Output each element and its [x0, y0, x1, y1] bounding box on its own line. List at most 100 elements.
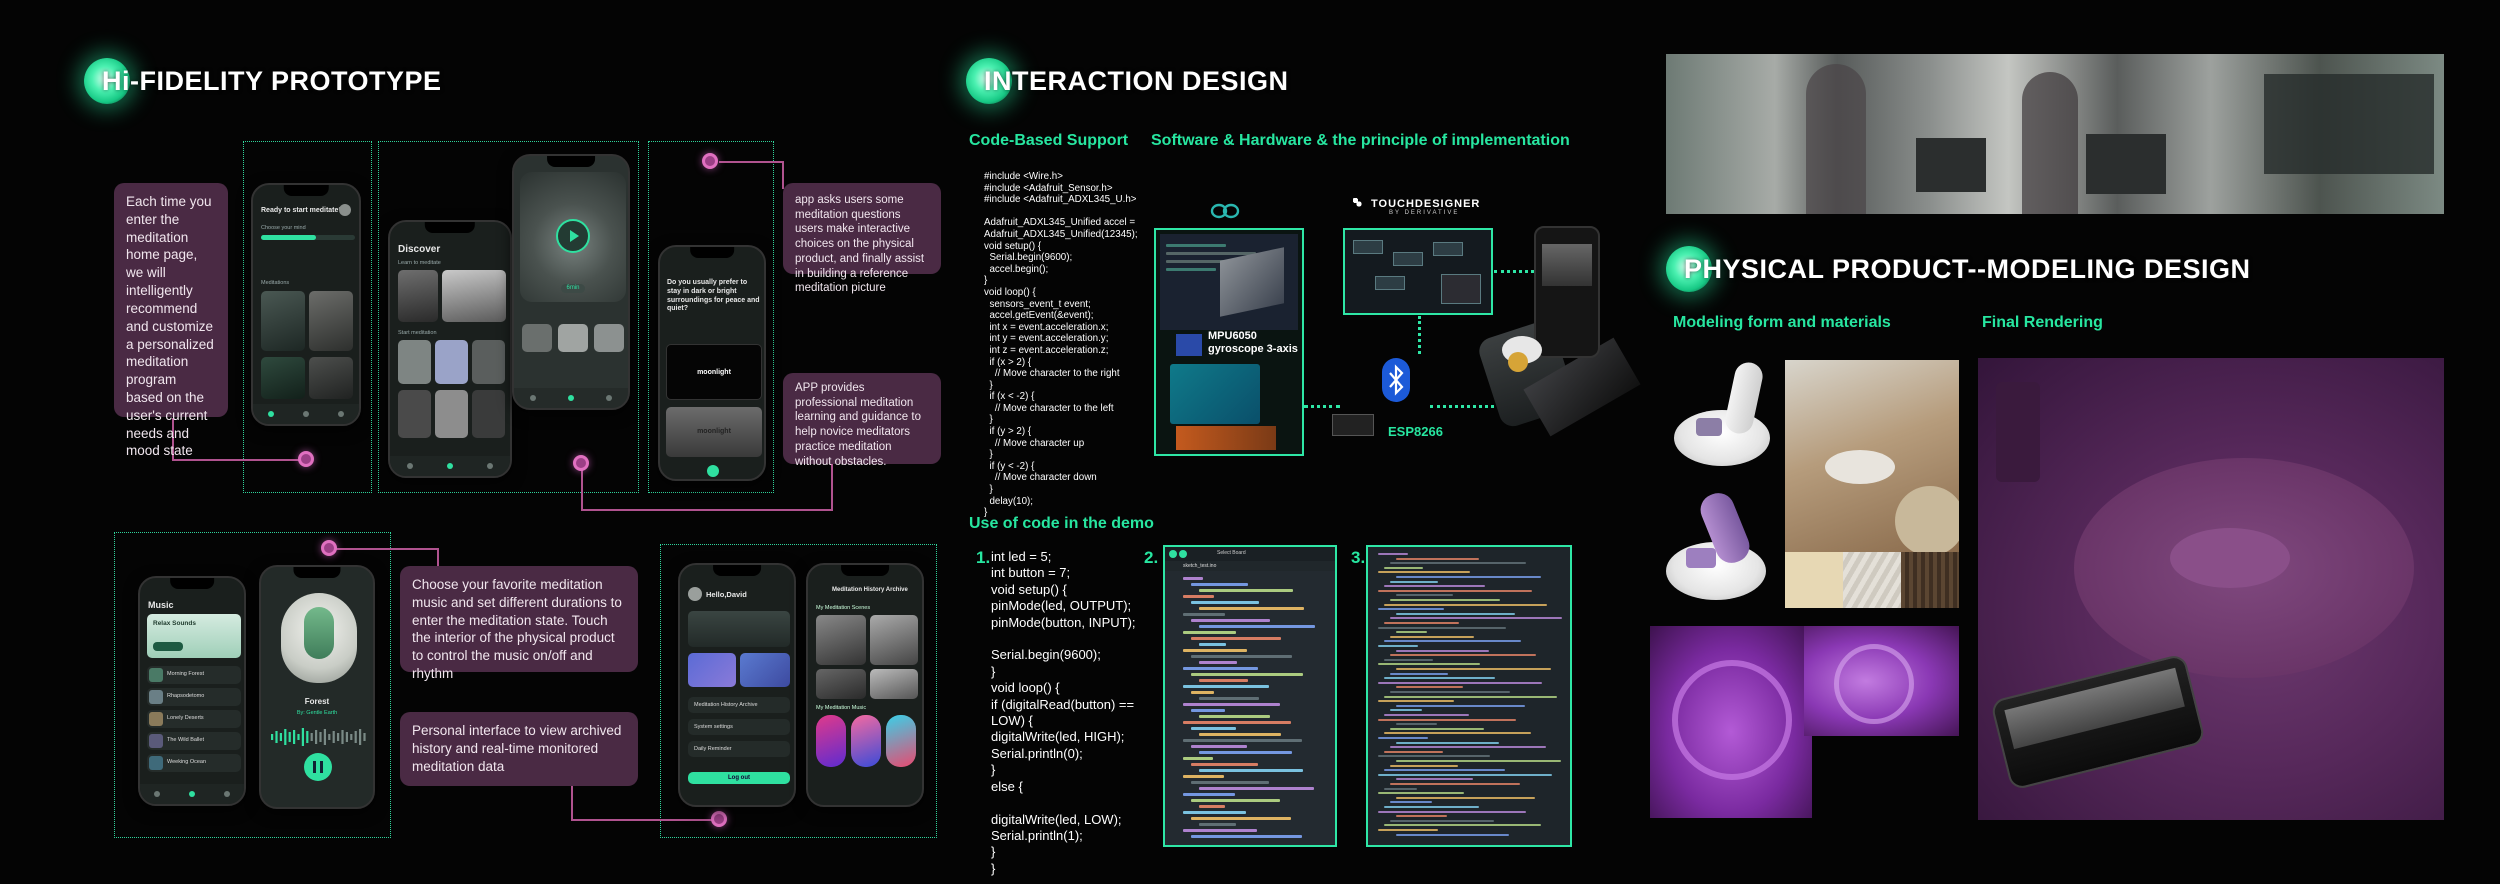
scene-card[interactable] [435, 390, 468, 438]
td-node [1353, 240, 1383, 254]
editor-screenshot-2: Select Board sketch_test.ino [1163, 545, 1337, 847]
board-select[interactable]: Select Board [1217, 550, 1246, 556]
scene-card[interactable] [472, 390, 505, 438]
sound-card[interactable] [522, 324, 552, 352]
connector-node [573, 455, 589, 471]
editor-tab[interactable]: sketch_test.ino [1183, 563, 1216, 569]
phone-illustration-image [1542, 244, 1592, 286]
phone-question-screen: Do you usually prefer to stay in dark or… [658, 245, 766, 481]
music-nav-icon[interactable] [188, 791, 195, 797]
profile-nav-icon[interactable] [606, 395, 612, 401]
code-line [1384, 714, 1469, 716]
pause-button[interactable] [304, 753, 332, 781]
relax-card[interactable]: Relax Sounds [147, 614, 241, 658]
home-nav-icon[interactable] [407, 463, 413, 469]
home-nav-icon[interactable] [530, 395, 536, 401]
home-title: Ready to start meditate? [261, 207, 343, 214]
waveform-bar [350, 734, 353, 740]
td-node [1433, 242, 1463, 256]
profile-menu-item[interactable]: Meditation History Archive [688, 697, 790, 713]
scene-thumb[interactable] [870, 615, 918, 665]
scene-thumb[interactable] [816, 615, 866, 665]
waveform-bar [288, 732, 291, 742]
music-list-item[interactable]: Weeking Ocean [147, 754, 241, 772]
code-line [1396, 833, 1509, 836]
meditation-card[interactable] [309, 357, 353, 399]
logout-button[interactable]: Log out [688, 772, 790, 784]
option-dark[interactable]: moonlight [666, 344, 762, 400]
render-phone [1989, 653, 2207, 791]
arduino-ide-screenshot [1160, 234, 1298, 330]
home-nav-icon[interactable] [154, 791, 161, 797]
arduino-panel: MPU6050 gyroscope 3-axis [1154, 228, 1304, 456]
scene-thumb[interactable] [816, 669, 866, 699]
sound-card[interactable] [558, 324, 588, 352]
lesson-card[interactable] [398, 270, 438, 322]
play-button[interactable] [556, 219, 590, 253]
archive-scenes-label: My Meditation Scenes [816, 605, 871, 611]
music-nav-icon[interactable] [568, 395, 574, 401]
code-line [1199, 607, 1304, 610]
track-thumbnail [149, 668, 163, 682]
music-thumb[interactable] [851, 715, 881, 767]
code-line [1183, 721, 1291, 724]
music-nav-icon[interactable] [302, 411, 309, 417]
music-thumb[interactable] [886, 715, 916, 767]
music-list-item[interactable]: Rhapsodetomo [147, 688, 241, 706]
waveform[interactable] [271, 727, 367, 747]
code-line [1390, 709, 1422, 712]
music-nav-icon[interactable] [447, 463, 453, 469]
waveform-bar [293, 730, 296, 744]
lesson-card[interactable] [442, 270, 506, 322]
profile-menu-item[interactable]: System settings [688, 719, 790, 735]
meditation-card[interactable] [261, 291, 305, 351]
phone-music-screen: Music Relax Sounds Morning Forest Rhapsod… [138, 576, 246, 806]
upload-icon[interactable] [1179, 550, 1187, 558]
track-thumbnail [149, 734, 163, 748]
discover-sub2: Start meditation [398, 330, 437, 336]
music-list-item[interactable]: The Wild Ballet [147, 732, 241, 750]
code-line [1191, 691, 1214, 694]
avatar[interactable] [688, 587, 702, 601]
profile-nav-icon[interactable] [338, 411, 345, 417]
code-line [1396, 704, 1525, 707]
music-thumb[interactable] [816, 715, 846, 767]
sound-card[interactable] [594, 324, 624, 352]
esp8266-module-icon [1332, 414, 1374, 436]
scene-thumb[interactable] [870, 669, 918, 699]
connector [719, 161, 783, 163]
connector-node [702, 153, 718, 169]
music-list-item[interactable]: Morning Forest [147, 666, 241, 684]
stat-tile-indigo[interactable] [740, 653, 790, 687]
meditation-card[interactable] [309, 291, 353, 351]
scene-card[interactable] [435, 340, 468, 384]
waveform-bar [310, 733, 313, 741]
music-list-item[interactable]: Lonely Deserts [147, 710, 241, 728]
duration-tag[interactable]: 6min [561, 284, 585, 293]
profile-menu-item[interactable]: Daily Reminder [688, 741, 790, 757]
scene-card[interactable] [398, 340, 431, 384]
verify-icon[interactable] [1169, 550, 1177, 558]
sw-hw-label: Software & Hardware & the principle of i… [1151, 132, 1570, 149]
avatar[interactable] [339, 204, 351, 216]
relax-play-button[interactable] [153, 642, 183, 651]
scene-card[interactable] [398, 390, 431, 438]
waveform-bar [319, 732, 322, 742]
code-line [1396, 594, 1453, 597]
meditation-card[interactable] [261, 357, 305, 399]
profile-nav-icon[interactable] [487, 463, 493, 469]
callout-questions: app asks users some meditation questions… [783, 183, 941, 294]
profile-nav-icon[interactable] [223, 791, 230, 797]
next-button[interactable] [707, 465, 719, 477]
code-line [1396, 686, 1463, 689]
home-nav-icon[interactable] [267, 411, 274, 417]
option-bright[interactable]: moonlight [666, 407, 762, 457]
code-line [1199, 805, 1225, 808]
waveform-bar [341, 730, 344, 744]
code-line [1390, 654, 1536, 657]
code-line [1191, 583, 1248, 586]
scene-card[interactable] [472, 340, 505, 384]
waveform-bar [275, 731, 278, 743]
stat-tile-blue[interactable] [688, 653, 736, 687]
connector [571, 819, 719, 821]
